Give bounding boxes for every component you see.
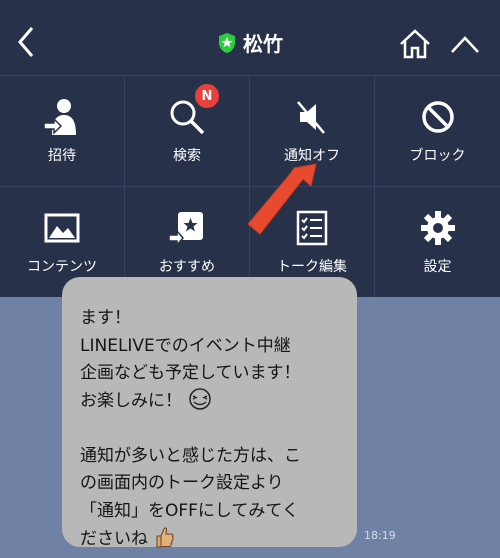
message-line: 「通知」をOFFにしてみてく [80,500,299,521]
gear-icon [420,211,455,245]
chat-title-text: 松竹 [243,32,283,56]
new-badge: N [195,84,219,108]
menu-label-edit-talk: トーク編集 [277,259,347,275]
invite-icon [43,99,76,135]
block-icon [421,101,454,133]
menu-item-invite[interactable]: 招待 [0,75,125,186]
menu-item-settings[interactable]: 設定 [375,186,500,297]
message-line: 企画なども予定しています！ [80,363,301,383]
message-line: 通知が多いと感じた方は、こ [80,445,301,466]
laughing-emoji-icon [189,387,212,410]
menu-item-block[interactable]: ブロック [375,75,500,186]
message-line: お楽しみに！ [80,387,343,416]
menu-label-block: ブロック [409,148,466,164]
thumbs-up-emoji-icon [156,527,174,548]
mute-icon [297,101,325,134]
red-arrow-annotation [247,163,317,235]
message-line: ます！ [80,308,131,328]
message-line: ださいね [80,525,343,554]
message-bubble: ます！ LINELIVEでのイベント中継 企画なども予定しています！ お楽しみに… [62,277,357,549]
message-text: ださいね [80,529,148,549]
menu-label-search: 検索 [173,148,201,164]
message-line: LINELIVEでのイベント中継 [80,335,291,356]
menu-label-contents: コンテンツ [27,259,97,275]
home-icon[interactable] [398,28,432,60]
chat-header: 松竹 [0,0,500,75]
message-line: の画面内のトーク設定より [80,473,284,493]
image-icon [44,213,80,243]
chevron-up-icon[interactable] [448,32,482,56]
recommend-icon [168,212,203,248]
menu-label-settings: 設定 [423,259,452,275]
message-text: お楽しみに！ [80,390,182,411]
message-timestamp: 18:19 [364,529,396,542]
verified-shield-icon [219,32,235,53]
chat-area: ます！ LINELIVEでのイベント中継 企画なども予定しています！ お楽しみに… [0,277,500,558]
menu-label-invite: 招待 [48,148,76,164]
message-line [80,415,343,443]
menu-label-recommend: おすすめ [159,259,215,275]
